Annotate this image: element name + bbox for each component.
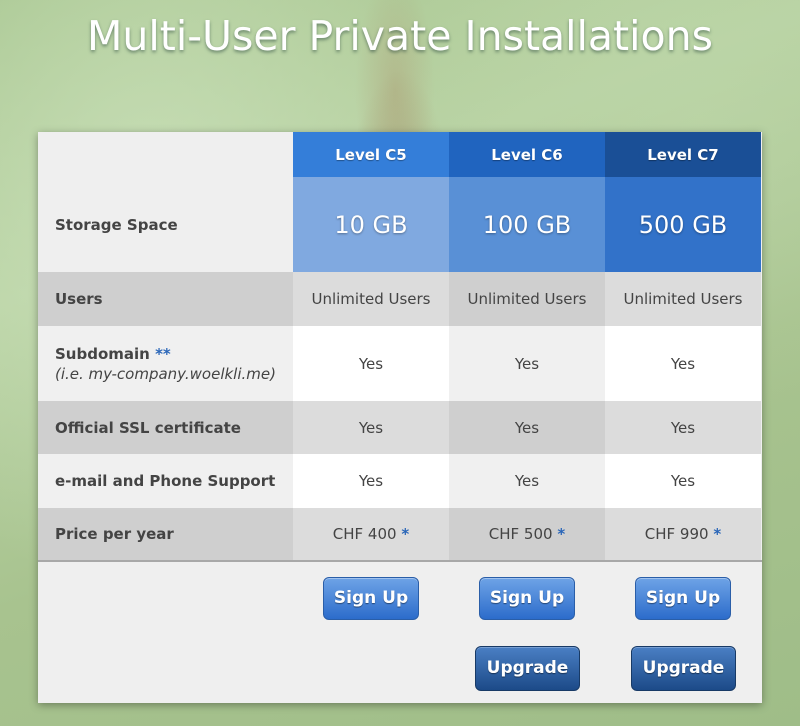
- ssl-value-c6: Yes: [449, 401, 605, 454]
- support-label: e-mail and Phone Support: [38, 454, 293, 508]
- storage-row: Storage Space 10 GB 100 GB 500 GB: [38, 177, 762, 272]
- price-amount-c6: CHF 500: [488, 525, 553, 543]
- price-amount-c5: CHF 400: [332, 525, 397, 543]
- signup-button-c5[interactable]: Sign Up: [323, 577, 419, 620]
- users-value-c7: Unlimited Users: [605, 272, 761, 326]
- signup-button-c6[interactable]: Sign Up: [479, 577, 575, 620]
- storage-label: Storage Space: [38, 177, 293, 272]
- price-value-c7: CHF 990 *: [605, 508, 761, 560]
- support-value-c6: Yes: [449, 454, 605, 508]
- price-footnote-mark-c7: *: [713, 525, 722, 543]
- subdomain-value-c7: Yes: [605, 326, 761, 401]
- support-value-c7: Yes: [605, 454, 761, 508]
- support-value-c5: Yes: [293, 454, 449, 508]
- actions-footer: Sign Up Sign Up Sign Up Upgrade Upgrade: [38, 562, 762, 703]
- storage-value-c5: 10 GB: [293, 177, 449, 272]
- plan-name-c5: Level C5: [293, 132, 449, 177]
- pricing-table: Level C5 Level C6 Level C7 Storage Space…: [38, 132, 762, 703]
- ssl-label: Official SSL certificate: [38, 401, 293, 454]
- storage-value-c7: 500 GB: [605, 177, 761, 272]
- users-row: Users Unlimited Users Unlimited Users Un…: [38, 272, 762, 326]
- price-footnote-mark-c5: *: [401, 525, 410, 543]
- subdomain-footnote-mark: **: [155, 344, 171, 363]
- subdomain-label: Subdomain **: [55, 345, 171, 363]
- price-value-c6: CHF 500 *: [449, 508, 605, 560]
- price-row: Price per year CHF 400 * CHF 500 * CHF 9…: [38, 508, 762, 562]
- price-footnote-mark-c6: *: [557, 525, 566, 543]
- subdomain-note: (i.e. my-company.woelkli.me): [55, 364, 276, 383]
- subdomain-value-c6: Yes: [449, 326, 605, 401]
- users-label: Users: [38, 272, 293, 326]
- page-title: Multi-User Private Installations: [87, 12, 713, 60]
- upgrade-button-c7[interactable]: Upgrade: [631, 646, 736, 691]
- plan-header-row: Level C5 Level C6 Level C7: [38, 132, 762, 177]
- support-row: e-mail and Phone Support Yes Yes Yes: [38, 454, 762, 508]
- price-value-c5: CHF 400 *: [293, 508, 449, 560]
- price-label: Price per year: [38, 508, 293, 560]
- upgrade-button-c6[interactable]: Upgrade: [475, 646, 580, 691]
- subdomain-label-cell: Subdomain ** (i.e. my-company.woelkli.me…: [38, 326, 293, 401]
- ssl-value-c5: Yes: [293, 401, 449, 454]
- plan-name-c7: Level C7: [605, 132, 761, 177]
- users-value-c5: Unlimited Users: [293, 272, 449, 326]
- price-amount-c7: CHF 990: [644, 525, 709, 543]
- subdomain-label-text: Subdomain: [55, 344, 150, 363]
- plan-name-c6: Level C6: [449, 132, 605, 177]
- ssl-value-c7: Yes: [605, 401, 761, 454]
- ssl-row: Official SSL certificate Yes Yes Yes: [38, 401, 762, 454]
- storage-value-c6: 100 GB: [449, 177, 605, 272]
- subdomain-row: Subdomain ** (i.e. my-company.woelkli.me…: [38, 326, 762, 401]
- header-empty-cell: [38, 132, 293, 177]
- signup-button-c7[interactable]: Sign Up: [635, 577, 731, 620]
- subdomain-value-c5: Yes: [293, 326, 449, 401]
- users-value-c6: Unlimited Users: [449, 272, 605, 326]
